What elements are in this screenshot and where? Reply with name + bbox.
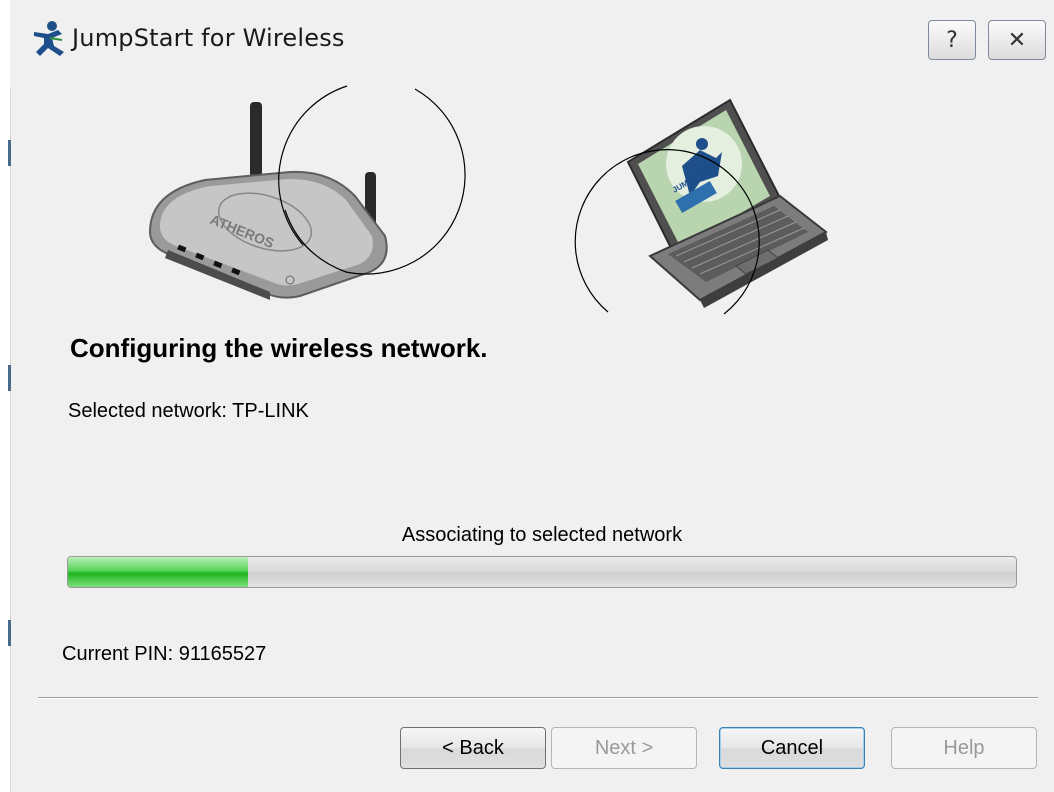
selected-network-text: Selected network: TP-LINK [68, 400, 309, 422]
association-progress-bar [67, 556, 1017, 588]
current-pin-text: Current PIN: 91165527 [62, 643, 267, 665]
button-separator [38, 697, 1038, 699]
help-button[interactable]: Help [891, 727, 1037, 769]
back-button[interactable]: < Back [400, 727, 546, 769]
jumpstart-dialog: JumpStart for Wireless ? ✕ ATHEROS JUMPS… [0, 0, 1054, 792]
progress-fill [68, 557, 249, 587]
next-button[interactable]: Next > [551, 727, 697, 769]
progress-status-text: Associating to selected network [401, 524, 683, 546]
laptop-image: JUMPSTART [626, 98, 828, 308]
cancel-button[interactable]: Cancel [719, 727, 865, 769]
connection-illustration: ATHEROS JUMPSTART [148, 85, 828, 315]
page-heading: Configuring the wireless network. [70, 333, 488, 363]
wireless-router-image: ATHEROS [148, 102, 388, 300]
